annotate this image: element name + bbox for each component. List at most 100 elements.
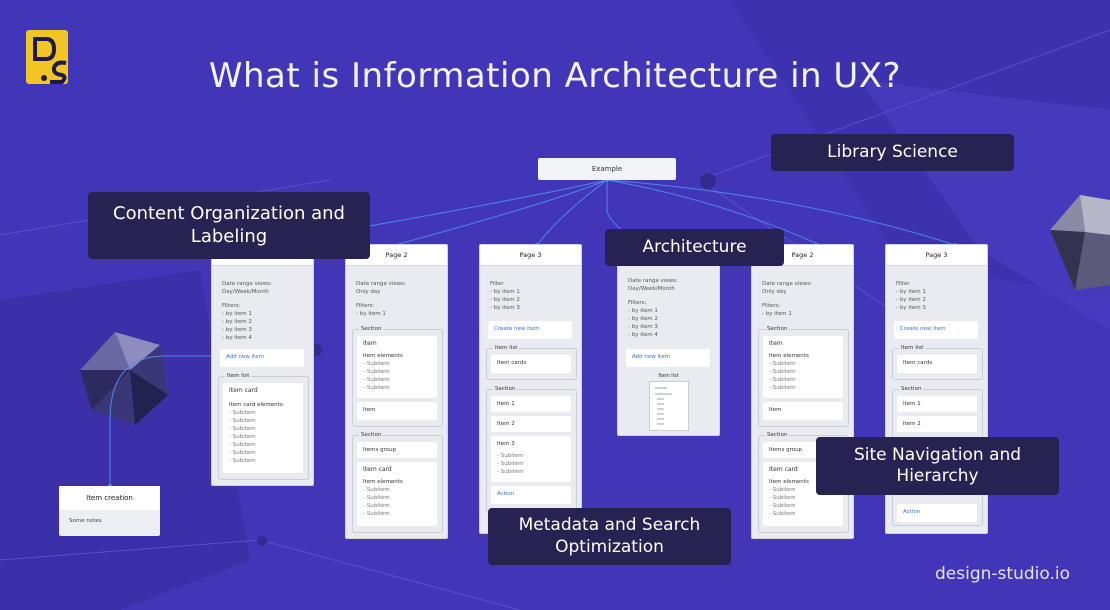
item-card: Item card Item card elements: - Subitem … (223, 383, 303, 473)
item-elements-label: Item elements (363, 353, 403, 359)
page-2-column: Page 2 Date range views: Only day Filter… (345, 244, 448, 539)
filter-item: - by item 4 (628, 332, 658, 338)
item-1-box: Item 1 (897, 396, 977, 412)
action-button[interactable]: Action (491, 486, 571, 504)
create-new-item-button[interactable]: Create new item (894, 321, 978, 339)
item-title: Item (363, 340, 377, 347)
create-new-item-button[interactable]: Create new item (488, 321, 572, 339)
item-elements-label: Item elements (769, 353, 809, 359)
item-list-group: Item list Item cards (486, 345, 577, 380)
page-1-column: Date range views: Day/Week/Month Filters… (211, 244, 314, 486)
subitem: - Subitem (229, 434, 256, 440)
subitem: - Subitem (769, 503, 796, 509)
item-list-label: Item list (225, 373, 252, 379)
item-creation-title: Item creation (59, 486, 160, 510)
filter-item: - by item 3 (222, 327, 252, 333)
item-2-box: Item 2 (897, 416, 977, 432)
mini-lines-icon (654, 387, 672, 425)
item-cards-box: Item cards (491, 355, 571, 373)
filters-label: Filters: (762, 303, 781, 309)
filter-item: - by item 2 (896, 297, 926, 303)
date-range-value: Only day (356, 289, 381, 295)
page-3-column: Page 3 Filter - by item 1 - by item 2 - … (479, 244, 582, 534)
callout-metadata-search: Metadata and Search Optimization (488, 508, 731, 565)
filter-item: - by item 2 (628, 316, 658, 322)
date-range-label: Date range views: (628, 278, 679, 284)
subitem: - Subitem (363, 361, 390, 367)
section-group: Section Item Item elements - Subitem - S… (758, 326, 849, 427)
section-label: Section (765, 326, 790, 332)
item-list-label: Item list (899, 345, 926, 351)
filters-label: Filters: (628, 300, 647, 306)
subitem: - Subitem (497, 469, 524, 475)
subitem: - Subitem (363, 503, 390, 509)
subitem: - Subitem (769, 369, 796, 375)
subitem: - Subitem (363, 377, 390, 383)
section-group: Section Item 1 Item 2 Item 3 - Subitem -… (486, 386, 577, 513)
filter-item: - by item 1 (896, 289, 926, 295)
callout-library-science: Library Science (771, 134, 1014, 171)
date-range-value: Day/Week/Month (628, 286, 675, 292)
subitem: - Subitem (769, 495, 796, 501)
footer-domain[interactable]: design-studio.io (935, 564, 1070, 584)
filter-item: - by item 1 (356, 311, 386, 317)
filter-item: - by item 2 (222, 319, 252, 325)
item-cards-box: Item cards (897, 355, 977, 373)
page-3-header: Page 3 (480, 245, 581, 266)
subitem: - Subitem (363, 511, 390, 517)
some-notes-text: Some notes (69, 518, 102, 524)
subitem: - Subitem (229, 458, 256, 464)
subitem: - Subitem (769, 377, 796, 383)
date-range-label: Date range views: (222, 281, 273, 287)
item-card-title: Item card (229, 387, 258, 394)
filter-label: Filter (896, 281, 910, 287)
subitem: - Subitem (229, 426, 256, 432)
item-elements-label: Item elements (363, 479, 403, 485)
example-node: Example (538, 158, 676, 180)
add-new-item-button[interactable]: Add new item (220, 349, 304, 367)
filter-item: - by item 1 (490, 289, 520, 295)
filter-item: - by item 3 (628, 324, 658, 330)
filter-item: - by item 3 (490, 305, 520, 311)
subitem: - Subitem (363, 495, 390, 501)
item-box: Item Item elements - Subitem - Subitem -… (763, 336, 843, 398)
callout-architecture: Architecture (605, 229, 784, 266)
item-creation-note: Item creation Some notes (59, 486, 160, 536)
item-1-box: Item 1 (491, 396, 571, 412)
subitem: - Subitem (769, 361, 796, 367)
date-range-label: Date range views: (762, 281, 813, 287)
section-label: Section (493, 386, 518, 392)
filter-item: - by item 4 (222, 335, 252, 341)
filter-item: - by item 3 (896, 305, 926, 311)
item-card-title: Item card (363, 466, 392, 473)
subitem: - Subitem (229, 450, 256, 456)
section-label: Section (899, 386, 924, 392)
action-button[interactable]: Action (897, 504, 977, 522)
item-3-box: Item 3 - Subitem - Subitem - Subitem (491, 436, 571, 482)
subitem: - Subitem (769, 511, 796, 517)
item-box: Item (357, 402, 437, 420)
add-new-item-button[interactable]: Add new item (626, 349, 710, 367)
filter-item: - by item 1 (222, 311, 252, 317)
callout-site-navigation: Site Navigation and Hierarchy (816, 437, 1059, 495)
item-title: Item (769, 340, 783, 347)
date-range-value: Day/Week/Month (222, 289, 269, 295)
subitem: - Subitem (363, 369, 390, 375)
section-label: Section (765, 432, 790, 438)
item-card: Item card Item elements - Subitem - Subi… (357, 462, 437, 526)
callout-content-organization: Content Organization and Labeling (88, 192, 370, 259)
section-group: Section Items group Item card Item eleme… (352, 432, 443, 533)
section-group: Section Item Item elements - Subitem - S… (352, 326, 443, 427)
item-2-box: Item 2 (491, 416, 571, 432)
subitem: - Subitem (229, 442, 256, 448)
subitem: - Subitem (497, 453, 524, 459)
subitem: - Subitem (363, 385, 390, 391)
subitem: - Subitem (497, 461, 524, 467)
page-3b-header: Page 3 (886, 245, 987, 266)
subitem: - Subitem (229, 410, 256, 416)
subitem: - Subitem (363, 487, 390, 493)
date-range-label: Date range views: (356, 281, 407, 287)
page-4-column: Date range views: Day/Week/Month Filters… (617, 262, 720, 436)
item-list-label: Item list (493, 345, 520, 351)
filter-label: Filter (490, 281, 504, 287)
